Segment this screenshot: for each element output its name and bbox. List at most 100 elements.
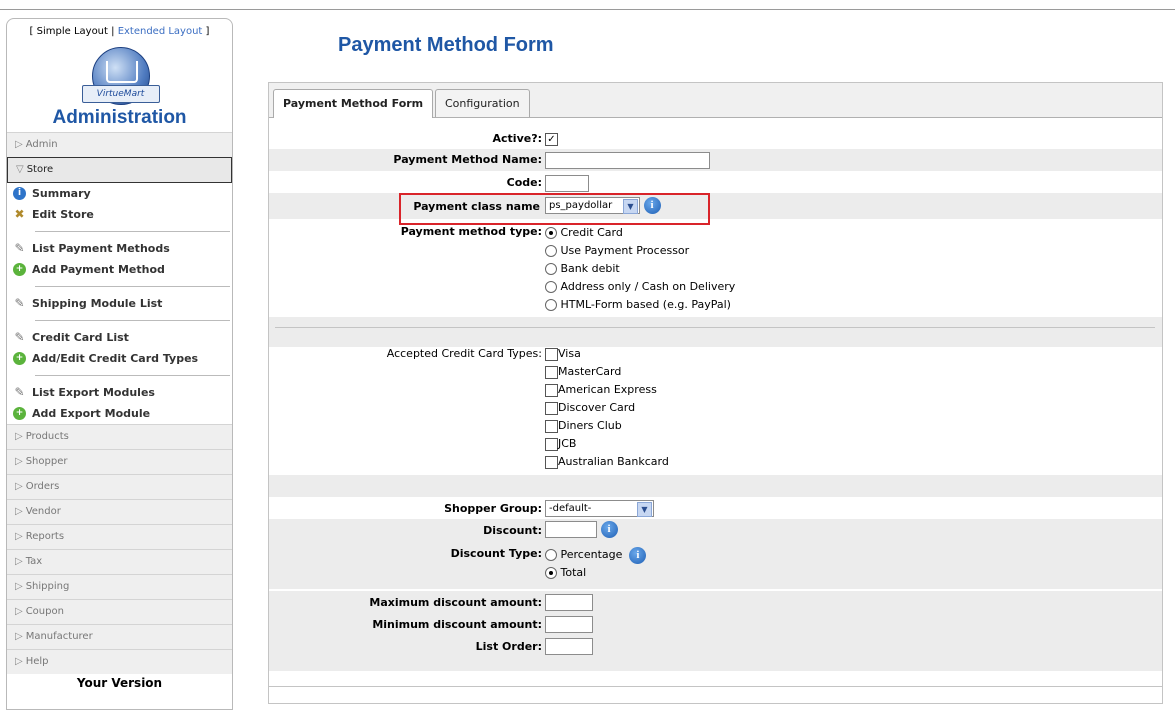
nav-category-help[interactable]: ▷ Help: [7, 649, 232, 674]
radio-button[interactable]: [545, 549, 557, 561]
option-label: MasterCard: [558, 365, 622, 378]
add-icon: +: [13, 352, 26, 365]
checkbox[interactable]: [545, 401, 558, 415]
divider: [35, 231, 230, 232]
type-option-cash-on-delivery[interactable]: Address only / Cash on Delivery: [545, 278, 735, 296]
sidebar-item-credit-card-list[interactable]: ✎ Credit Card List: [13, 327, 232, 348]
active-checkbox[interactable]: ✓: [545, 132, 558, 146]
checkbox[interactable]: [545, 455, 558, 469]
list-order-row: List Order:: [269, 635, 1162, 671]
payment-method-name-input[interactable]: [545, 152, 710, 169]
discount-label: Discount:: [483, 524, 542, 537]
radio-button[interactable]: [545, 245, 557, 257]
cc-option-diners[interactable]: Diners Club: [545, 417, 669, 435]
credit-card-types-options: Visa MasterCard American Express Discove…: [545, 345, 669, 471]
info-icon: i: [13, 187, 26, 200]
radio-button[interactable]: [545, 263, 557, 275]
nav-category-shipping[interactable]: ▷ Shipping: [7, 574, 232, 599]
sidebar-item-list-export-modules[interactable]: ✎ List Export Modules: [13, 382, 232, 403]
layout-switcher: [ Simple Layout | Extended Layout ]: [7, 26, 232, 37]
cc-option-discover[interactable]: Discover Card: [545, 399, 669, 417]
cc-option-jcb[interactable]: JCB: [545, 435, 669, 453]
active-field: ✓: [545, 132, 558, 146]
section-spacer: [269, 317, 1162, 347]
checkbox[interactable]: [545, 347, 558, 361]
credit-card-types-row: Accepted Credit Card Types: Visa MasterC…: [269, 345, 1162, 475]
option-label: JCB: [558, 437, 577, 450]
nav-category-coupon[interactable]: ▷ Coupon: [7, 599, 232, 624]
discount-input[interactable]: [545, 521, 597, 538]
info-icon[interactable]: i: [629, 546, 647, 564]
nav-category-reports[interactable]: ▷ Reports: [7, 524, 232, 549]
edit-icon: ✖: [14, 207, 25, 221]
virtuemart-logo: VirtueMart: [80, 47, 160, 107]
sidebar-item-label: List Payment Methods: [32, 242, 170, 255]
nav-category-products[interactable]: ▷ Products: [7, 424, 232, 449]
list-order-input[interactable]: [545, 638, 593, 655]
payment-method-type-row: Payment method type: Credit Card Use Pay…: [269, 221, 1162, 317]
type-option-bank-debit[interactable]: Bank debit: [545, 260, 735, 278]
tab-bar: Payment Method Form Configuration: [269, 83, 1162, 118]
chevron-right-icon: ▷: [15, 481, 23, 492]
your-version-heading: Your Version: [76, 676, 163, 690]
discount-type-label: Discount Type:: [450, 547, 542, 560]
radio-button[interactable]: [545, 281, 557, 293]
nav-category-orders[interactable]: ▷ Orders: [7, 474, 232, 499]
max-discount-label: Maximum discount amount:: [369, 596, 542, 609]
info-icon[interactable]: i: [600, 521, 618, 538]
add-icon: +: [13, 407, 26, 420]
code-row: Code:: [269, 171, 1162, 193]
nav-category-admin[interactable]: ▷ Admin: [7, 132, 232, 157]
option-label: Visa: [558, 347, 581, 360]
payment-method-panel: Payment Method Form Configuration Active…: [268, 82, 1163, 704]
sidebar-item-add-export-module[interactable]: + Add Export Module: [13, 403, 232, 424]
tab-configuration[interactable]: Configuration: [435, 89, 530, 117]
nav-category-vendor[interactable]: ▷ Vendor: [7, 499, 232, 524]
sidebar-item-add-payment-method[interactable]: + Add Payment Method: [13, 259, 232, 280]
shopper-group-value: -default-: [549, 503, 592, 514]
cc-option-amex[interactable]: American Express: [545, 381, 669, 399]
cc-option-mastercard[interactable]: MasterCard: [545, 363, 669, 381]
discount-type-options: Percentage i Total: [545, 546, 647, 582]
sidebar-item-summary[interactable]: i Summary: [13, 183, 232, 204]
shopper-group-select[interactable]: -default- ▼: [545, 500, 654, 517]
chevron-right-icon: ▷: [15, 456, 23, 467]
min-discount-input[interactable]: [545, 616, 593, 633]
payment-method-name-row: Payment Method Name:: [269, 149, 1162, 171]
sidebar-item-list-payment-methods[interactable]: ✎ List Payment Methods: [13, 238, 232, 259]
tab-payment-method-form[interactable]: Payment Method Form: [273, 89, 434, 118]
sidebar-item-label: List Export Modules: [32, 386, 155, 399]
sidebar-item-edit-store[interactable]: ✖ Edit Store: [13, 204, 232, 225]
max-discount-input[interactable]: [545, 594, 593, 611]
list-order-label: List Order:: [475, 640, 542, 653]
extended-layout-link[interactable]: Extended Layout: [118, 26, 203, 37]
nav-category-store[interactable]: ▽ Store: [7, 157, 232, 183]
cc-option-australian-bankcard[interactable]: Australian Bankcard: [545, 453, 669, 471]
type-option-html-form[interactable]: HTML-Form based (e.g. PayPal): [545, 296, 735, 314]
checkbox[interactable]: [545, 437, 558, 451]
layout-bracket-close: ]: [202, 26, 210, 37]
type-option-payment-processor[interactable]: Use Payment Processor: [545, 242, 735, 260]
nav-category-shopper[interactable]: ▷ Shopper: [7, 449, 232, 474]
code-input[interactable]: [545, 175, 589, 192]
nav-category-manufacturer[interactable]: ▷ Manufacturer: [7, 624, 232, 649]
type-option-credit-card[interactable]: Credit Card: [545, 224, 735, 242]
nav-category-label: Manufacturer: [25, 631, 93, 642]
sidebar-item-label: Shipping Module List: [32, 297, 163, 310]
cc-option-visa[interactable]: Visa: [545, 345, 669, 363]
simple-layout-link[interactable]: Simple Layout: [37, 26, 108, 37]
checkbox[interactable]: [545, 383, 558, 397]
radio-button[interactable]: [545, 227, 557, 239]
nav-category-label: Shipping: [25, 581, 70, 592]
option-label: American Express: [558, 383, 657, 396]
sidebar-item-add-edit-credit-card-types[interactable]: + Add/Edit Credit Card Types: [13, 348, 232, 369]
checkbox[interactable]: [545, 365, 558, 379]
radio-button[interactable]: [545, 299, 557, 311]
checkbox[interactable]: [545, 419, 558, 433]
sidebar-item-shipping-module-list[interactable]: ✎ Shipping Module List: [13, 293, 232, 314]
radio-button[interactable]: [545, 567, 557, 579]
discount-type-percentage[interactable]: Percentage i: [545, 546, 647, 564]
discount-type-total[interactable]: Total: [545, 564, 646, 582]
nav-category-tax[interactable]: ▷ Tax: [7, 549, 232, 574]
section-divider: [275, 327, 1155, 328]
